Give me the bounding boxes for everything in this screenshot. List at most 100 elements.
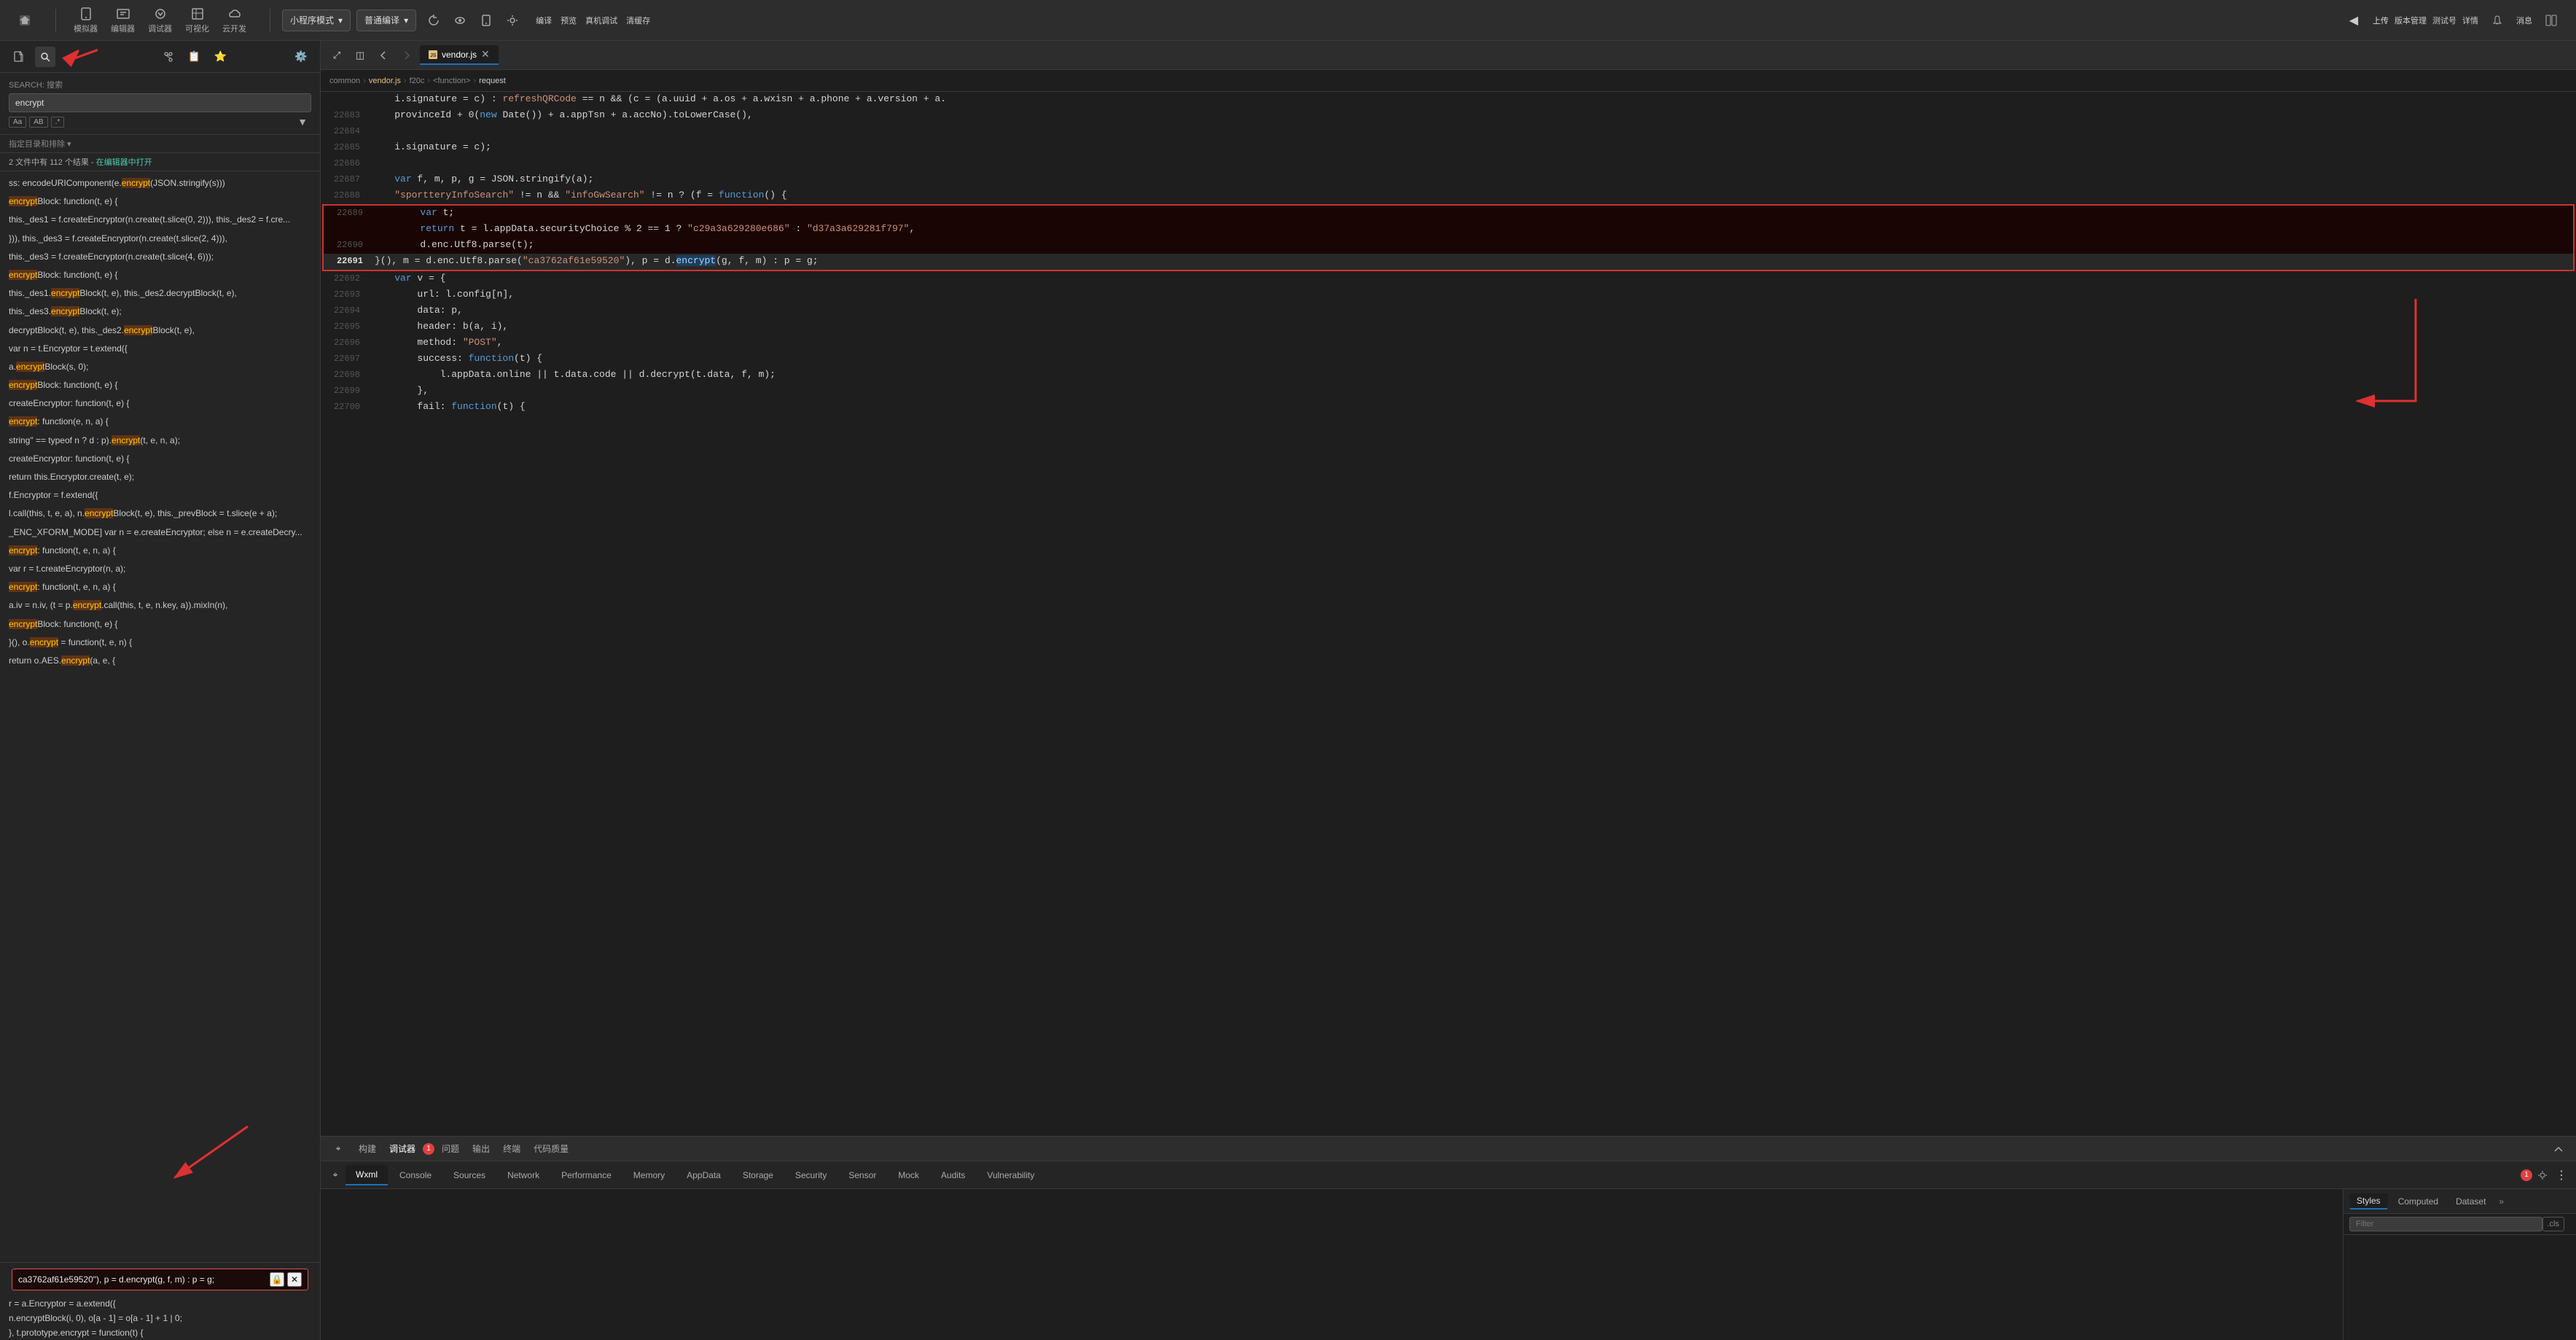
styles-tab[interactable]: Styles (2349, 1193, 2388, 1209)
toolbar-terminal[interactable]: 终端 (497, 1141, 526, 1156)
tab-sources[interactable]: Sources (443, 1166, 496, 1185)
layout-toggle-btn[interactable] (2538, 7, 2564, 34)
tab-storage[interactable]: Storage (733, 1166, 784, 1185)
forward-btn[interactable] (397, 45, 417, 66)
list-item[interactable]: encryptBlock: function(t, e) { (0, 266, 320, 284)
computed-tab[interactable]: Computed (2391, 1194, 2446, 1209)
devtools-settings-btn[interactable] (2534, 1166, 2551, 1184)
toolbar-quality[interactable]: 代码质量 (528, 1141, 574, 1156)
compile-dropdown[interactable]: 普通编译 ▾ (356, 9, 416, 31)
list-item[interactable]: this._des3.encryptBlock(t, e); (0, 303, 320, 321)
search-input[interactable] (9, 93, 311, 112)
list-item[interactable]: createEncryptor: function(t, e) { (0, 450, 320, 468)
notification-btn[interactable] (2484, 7, 2510, 34)
list-item[interactable]: }, t.prototype.encrypt = function(t) { (0, 1325, 320, 1340)
regex-btn[interactable]: .* (51, 117, 65, 128)
upload-prev-btn[interactable]: ◀ (2341, 7, 2367, 34)
sidebar-copy-btn[interactable]: 📋 (184, 47, 205, 67)
whole-word-btn[interactable]: AB (29, 117, 47, 128)
device-btn[interactable] (475, 9, 498, 32)
simulator-btn[interactable]: 模拟器 (68, 4, 104, 37)
tab-wxml[interactable]: Wxml (346, 1165, 388, 1185)
upload-label[interactable]: 上传 (2373, 15, 2389, 26)
sidebar-search-btn[interactable] (35, 47, 55, 67)
eye-btn[interactable] (448, 9, 472, 32)
sidebar-git-btn[interactable] (158, 47, 179, 67)
cloud-btn[interactable]: 云开发 (216, 4, 252, 37)
sidebar-files-btn[interactable] (9, 47, 29, 67)
tab-network[interactable]: Network (497, 1166, 550, 1185)
tab-appdata[interactable]: AppData (676, 1166, 731, 1185)
list-item[interactable]: encrypt: function(e, n, a) { (0, 413, 320, 431)
home-icon-btn[interactable] (12, 7, 38, 34)
list-item[interactable]: return this.Encryptor.create(t, e); (0, 468, 320, 486)
list-item[interactable]: decryptBlock(t, e), this._des2.encryptBl… (0, 322, 320, 340)
sidebar-settings-btn[interactable]: ⚙️ (291, 47, 311, 67)
list-item[interactable]: encrypt: function(t, e, n, a) { (0, 542, 320, 560)
list-item[interactable]: return o.AES.encrypt(a, e, { (0, 652, 320, 670)
list-item[interactable]: })), this._des3 = f.createEncryptor(n.cr… (0, 230, 320, 248)
real-machine-label[interactable]: 真机调试 (585, 15, 617, 26)
visual-btn[interactable]: 可视化 (179, 4, 215, 37)
toolbar-issues[interactable]: 问题 (436, 1141, 465, 1156)
devtools-inspect-icon-btn[interactable]: ⌖ (327, 1166, 344, 1184)
list-item[interactable]: var n = t.Encryptor = t.extend({ (0, 340, 320, 358)
version-mgmt-label[interactable]: 版本管理 (2394, 15, 2427, 26)
test-label[interactable]: 测试号 (2432, 15, 2456, 26)
list-item[interactable]: ss: encodeURIComponent(e.encrypt(JSON.st… (0, 174, 320, 192)
tab-vulnerability[interactable]: Vulnerability (977, 1166, 1045, 1185)
message-label[interactable]: 消息 (2516, 15, 2532, 26)
list-item[interactable]: encrypt: function(t, e, n, a) { (0, 578, 320, 596)
case-sensitive-btn[interactable]: Aa (9, 117, 26, 128)
list-item[interactable]: _ENC_XFORM_MODE] var n = e.createEncrypt… (0, 523, 320, 542)
pin-btn[interactable]: 🔒 (270, 1272, 284, 1287)
refresh-btn[interactable] (422, 9, 445, 32)
tab-vendor-js[interactable]: JS vendor.js ✕ (420, 45, 499, 65)
tab-memory[interactable]: Memory (623, 1166, 675, 1185)
code-editor[interactable]: i.signature = c) : refreshQRCode == n &&… (321, 92, 2576, 1136)
tab-sensor[interactable]: Sensor (838, 1166, 886, 1185)
collapse-btn[interactable]: ▼ (294, 115, 311, 128)
detail-label[interactable]: 详情 (2462, 15, 2478, 26)
list-item[interactable]: createEncryptor: function(t, e) { (0, 394, 320, 413)
dataset-tab[interactable]: Dataset (2448, 1194, 2493, 1209)
list-item[interactable]: r = a.Encryptor = a.extend({ (0, 1296, 320, 1311)
devtools-inspect-btn[interactable]: ⌖ (329, 1140, 347, 1158)
editor-btn[interactable]: 编辑器 (105, 4, 141, 37)
bottom-pinned-item[interactable]: ca3762af61e59520"), p = d.encrypt(g, f, … (12, 1269, 308, 1290)
expand-panel-btn[interactable]: ⤢ (327, 45, 347, 66)
list-item[interactable]: this._des1.encryptBlock(t, e), this._des… (0, 284, 320, 303)
toolbar-debugger[interactable]: 调试器 (383, 1141, 421, 1156)
sidebar-star-btn[interactable]: ⭐ (211, 47, 231, 67)
cls-button[interactable]: .cls (2542, 1217, 2565, 1231)
tab-console[interactable]: Console (389, 1166, 442, 1185)
preview-label[interactable]: 预览 (561, 15, 577, 26)
compile-label[interactable]: 编译 (536, 15, 552, 26)
back-btn[interactable] (373, 45, 394, 66)
list-item[interactable]: encryptBlock: function(t, e) { (0, 615, 320, 634)
list-item[interactable]: a.iv = n.iv, (t = p.encrypt.call(this, t… (0, 596, 320, 615)
bookmark-btn[interactable]: ◫ (350, 45, 370, 66)
list-item[interactable]: var r = t.createEncryptor(n, a); (0, 560, 320, 578)
debugger-btn[interactable]: 调试器 (142, 4, 178, 37)
settings-btn[interactable] (501, 9, 524, 32)
list-item[interactable]: string" == typeof n ? d : p).encrypt(t, … (0, 432, 320, 450)
tab-performance[interactable]: Performance (551, 1166, 622, 1185)
list-item[interactable]: f.Encryptor = f.extend({ (0, 486, 320, 505)
list-item[interactable]: encryptBlock: function(t, e) { (0, 376, 320, 394)
list-item[interactable]: encryptBlock: function(t, e) { (0, 192, 320, 211)
devtools-more-btn[interactable]: ⋮ (2553, 1166, 2570, 1184)
toolbar-build[interactable]: 构建 (353, 1141, 382, 1156)
clear-cache-label[interactable]: 清缓存 (626, 15, 650, 26)
close-result-btn[interactable]: ✕ (287, 1272, 302, 1287)
tab-mock[interactable]: Mock (888, 1166, 929, 1185)
styles-filter-input[interactable] (2349, 1217, 2542, 1231)
list-item[interactable]: }(), o.encrypt = function(t, e, n) { (0, 634, 320, 652)
open-in-editor-link[interactable]: 在编辑器中打开 (96, 158, 152, 167)
list-item[interactable]: n.encryptBlock(i, 0), o[a - 1] = o[a - 1… (0, 1311, 320, 1325)
list-item[interactable]: this._des1 = f.createEncryptor(n.create(… (0, 211, 320, 229)
list-item[interactable]: l.call(this, t, e, a), n.encryptBlock(t,… (0, 505, 320, 523)
mode-dropdown[interactable]: 小程序模式 ▾ (282, 9, 351, 31)
tab-close-btn[interactable]: ✕ (481, 48, 490, 61)
list-item[interactable]: this._des3 = f.createEncryptor(n.create(… (0, 248, 320, 266)
